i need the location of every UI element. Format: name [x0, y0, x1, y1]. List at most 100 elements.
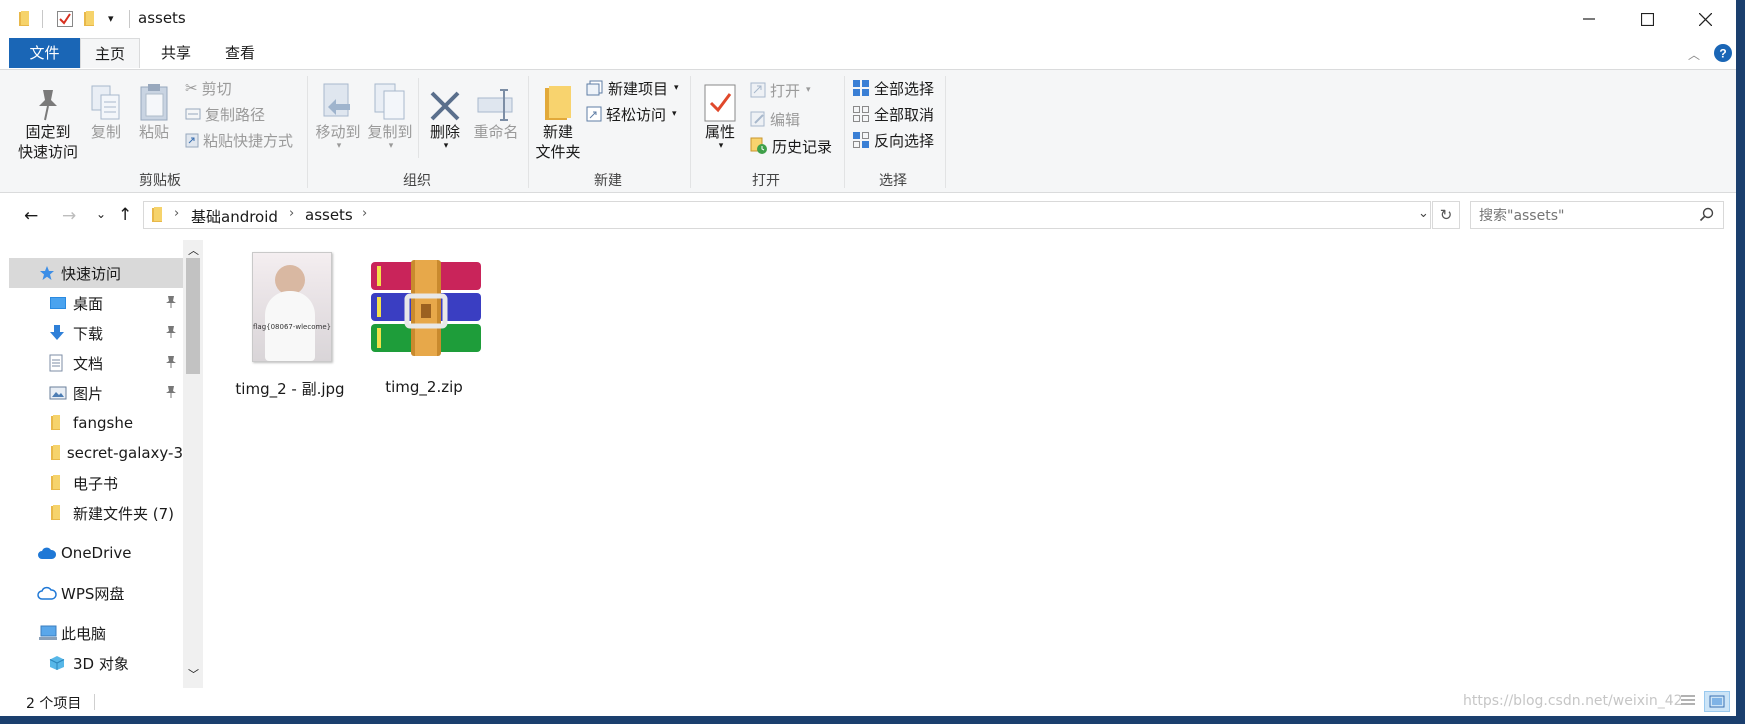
pin-icon[interactable] [165, 325, 177, 339]
nav-item-desktop[interactable]: 桌面 [9, 288, 183, 318]
breadcrumb-chevron-icon[interactable]: › [289, 206, 294, 221]
nav-item-this-pc[interactable]: 此电脑 [9, 618, 183, 648]
computer-icon [39, 625, 61, 641]
minimize-button[interactable] [1561, 0, 1617, 38]
search-input[interactable] [1477, 205, 1691, 227]
easy-access-button[interactable]: 轻松访问 ▾ [586, 102, 677, 126]
folder-icon [19, 11, 31, 27]
back-arrow-icon[interactable]: ← [24, 206, 38, 226]
paste-label: 粘贴 [138, 123, 169, 141]
customize-quick-access-icon[interactable]: ▾ [108, 12, 114, 25]
cloud-icon [37, 546, 61, 560]
file-item[interactable]: timg_2.zip [364, 250, 484, 400]
edit-button[interactable]: 编辑 [750, 107, 800, 131]
search-box[interactable] [1470, 201, 1724, 229]
large-icons-view-icon[interactable] [1704, 691, 1730, 712]
new-group-label: 新建 [594, 173, 622, 189]
address-folder-icon [152, 207, 164, 223]
copy-icon [84, 78, 128, 122]
tab-view[interactable]: 查看 [214, 38, 266, 68]
nav-item-folder[interactable]: 新建文件夹 (7) [9, 498, 183, 528]
copy-to-button[interactable]: 复制到 ▾ [364, 78, 416, 151]
tab-home[interactable]: 主页 [80, 38, 140, 68]
scrollbar-thumb[interactable] [186, 258, 200, 374]
pin-to-quick-access-button[interactable]: 固定到 快速访问 [14, 78, 82, 162]
watermark: https://blog.csdn.net/weixin_42 [1463, 693, 1683, 709]
forward-arrow-icon[interactable]: → [62, 206, 76, 226]
file-name: timg_2 - 副.jpg [235, 380, 345, 398]
help-icon[interactable]: ? [1714, 44, 1732, 62]
new-item-button[interactable]: 新建项目 ▾ [586, 76, 679, 100]
properties-button[interactable]: 属性 ▾ [696, 78, 744, 151]
tab-share[interactable]: 共享 [150, 38, 202, 68]
new-folder-quick-icon[interactable] [84, 11, 96, 27]
nav-item-3d-objects[interactable]: 3D 对象 [9, 648, 183, 678]
breadcrumb-chevron-icon[interactable]: › [362, 206, 367, 221]
select-group-label: 选择 [879, 173, 907, 189]
properties-quick-icon[interactable] [57, 11, 73, 27]
close-button[interactable] [1677, 0, 1733, 38]
invert-selection-button[interactable]: 反向选择 [852, 128, 934, 152]
nav-item-folder[interactable]: secret-galaxy-3 [9, 438, 183, 468]
move-to-button[interactable]: 移动到 ▾ [312, 78, 364, 151]
tab-file[interactable]: 文件 [9, 38, 80, 68]
recent-locations-chevron-icon[interactable]: ⌄ [96, 207, 106, 221]
rename-button[interactable]: 重命名 [470, 78, 522, 142]
copy-path-button[interactable]: 复制路径 [185, 102, 265, 126]
pin-icon[interactable] [165, 355, 177, 369]
paste-shortcut-label: 粘贴快捷方式 [203, 131, 294, 150]
copy-path-label: 复制路径 [205, 105, 266, 124]
navigation-scrollbar[interactable]: ︿ ﹀ [183, 240, 203, 688]
copy-button[interactable]: 复制 [84, 78, 128, 142]
paste-icon [132, 78, 176, 122]
history-button[interactable]: 历史记录 [750, 134, 832, 158]
nav-item-documents[interactable]: 文档 [9, 348, 183, 378]
details-view-icon[interactable] [1680, 694, 1696, 708]
nav-item-quick-access[interactable]: 快速访问 [9, 258, 183, 288]
nav-item-pictures[interactable]: 图片 [9, 378, 183, 408]
folder-icon [51, 475, 73, 491]
nav-label: 3D 对象 [73, 654, 129, 673]
delete-button[interactable]: 删除 ▾ [424, 78, 466, 151]
nav-item-onedrive[interactable]: OneDrive [9, 538, 183, 568]
nav-label: 图片 [73, 384, 104, 403]
group-divider [307, 76, 308, 188]
new-folder-icon [534, 78, 582, 122]
rename-label: 重命名 [473, 123, 519, 141]
easy-access-icon [586, 106, 602, 122]
maximize-button[interactable] [1619, 0, 1675, 38]
breadcrumb-item-current[interactable]: assets [305, 206, 353, 224]
open-button[interactable]: 打开 ▾ [750, 78, 811, 102]
cut-button[interactable]: ✂ 剪切 [185, 76, 232, 100]
nav-item-folder[interactable]: fangshe [9, 408, 183, 438]
search-icon[interactable] [1699, 207, 1714, 222]
paste-shortcut-button[interactable]: 粘贴快捷方式 [185, 128, 293, 152]
new-folder-button[interactable]: 新建 文件夹 [534, 78, 582, 162]
select-all-button[interactable]: 全部选择 [852, 76, 934, 100]
nav-label: 此电脑 [61, 624, 107, 643]
scroll-up-icon[interactable]: ︿ [188, 242, 199, 258]
refresh-icon[interactable]: ↻ [1432, 201, 1460, 229]
nav-item-downloads[interactable]: 下载 [9, 318, 183, 348]
scroll-down-icon[interactable]: ﹀ [188, 666, 199, 682]
up-arrow-icon[interactable]: ↑ [118, 205, 132, 225]
file-item[interactable]: flag{08067-wlecome} timg_2 - 副.jpg [234, 250, 345, 400]
scissors-icon: ✂ [185, 79, 198, 97]
cloud-outline-icon [37, 586, 61, 600]
file-list: flag{08067-wlecome} timg_2 - 副.jpg timg_… [204, 240, 1736, 688]
nav-item-wps[interactable]: WPS网盘 [9, 578, 183, 608]
address-dropdown-chevron-icon[interactable]: ⌄ [1418, 206, 1429, 221]
paste-button[interactable]: 粘贴 [132, 78, 176, 142]
desktop-icon [49, 296, 73, 310]
address-bar[interactable]: › 基础android › assets › ⌄ [143, 201, 1431, 229]
breadcrumb-item-parent[interactable]: 基础android [191, 206, 278, 227]
history-label: 历史记录 [772, 137, 833, 156]
nav-item-folder[interactable]: 电子书 [9, 468, 183, 498]
open-label: 打开 [770, 81, 801, 100]
collapse-ribbon-icon[interactable]: ︿ [1688, 46, 1700, 63]
select-none-button[interactable]: 全部取消 [852, 102, 934, 126]
image-thumbnail: flag{08067-wlecome} [252, 252, 332, 362]
breadcrumb-chevron-icon[interactable]: › [174, 206, 179, 221]
pin-icon[interactable] [165, 295, 177, 309]
pin-icon[interactable] [165, 385, 177, 399]
